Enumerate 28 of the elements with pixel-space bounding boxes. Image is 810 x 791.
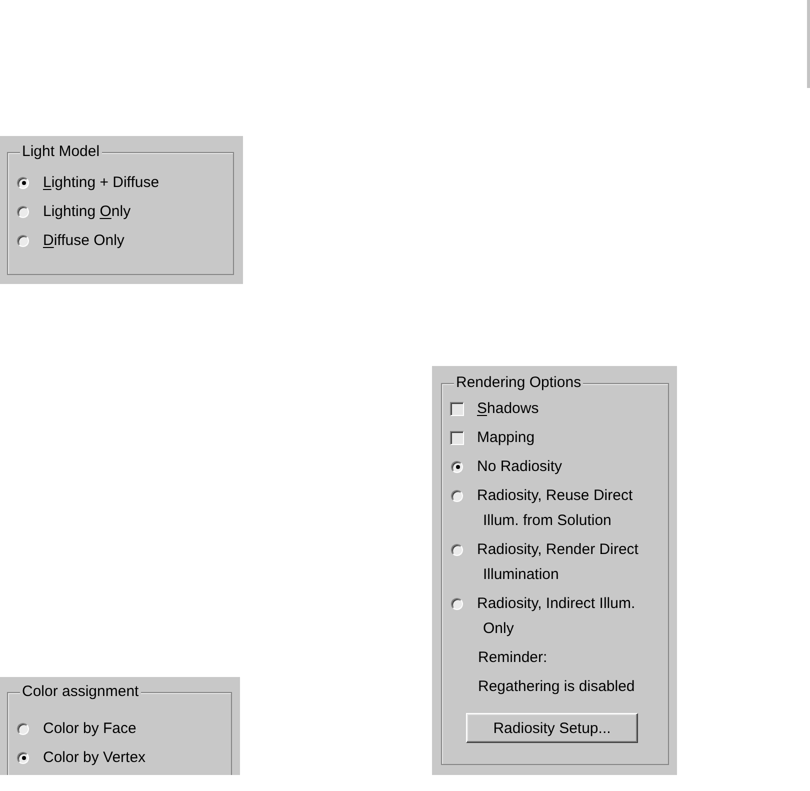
setup-button[interactable]: Radiosity Setup... [466,713,638,743]
radio-button[interactable] [451,598,463,610]
note-text: Reminder: [478,648,548,668]
radio-button[interactable] [451,460,463,472]
group-title: Rendering Options [454,374,584,392]
radio-label[interactable]: Color by Face [43,716,136,741]
checkbox-label[interactable]: Mapping [477,425,535,450]
radio-label[interactable]: No Radiosity [477,454,562,479]
radio-label[interactable]: Color by Vertex [43,745,146,770]
checkbox[interactable] [450,430,464,444]
radio-label[interactable]: Diffuse Only [43,228,124,253]
group-title: Light Model [20,143,102,161]
radio-button[interactable] [17,722,29,734]
radio-button[interactable] [17,206,29,218]
checkbox[interactable] [450,402,464,416]
radio-button[interactable] [17,752,29,764]
radio-label[interactable]: Lighting + Diffuse [43,170,160,195]
radio-button[interactable] [451,490,463,502]
radio-button[interactable] [451,544,463,556]
checkbox-label[interactable]: Shadows [477,396,539,421]
radio-label[interactable]: Radiosity, Reuse Direct Illum. from Solution [477,483,657,533]
radio-label[interactable]: Radiosity, Indirect Illum. Only [477,591,657,641]
radio-button[interactable] [17,234,29,246]
note-text: Regathering is disabled [478,677,635,697]
group-title: Color assignment [20,683,141,701]
radio-button[interactable] [17,176,29,188]
radio-label[interactable]: Radiosity, Render Direct Illumination [477,537,657,587]
radio-label[interactable]: Lighting Only [43,199,131,224]
